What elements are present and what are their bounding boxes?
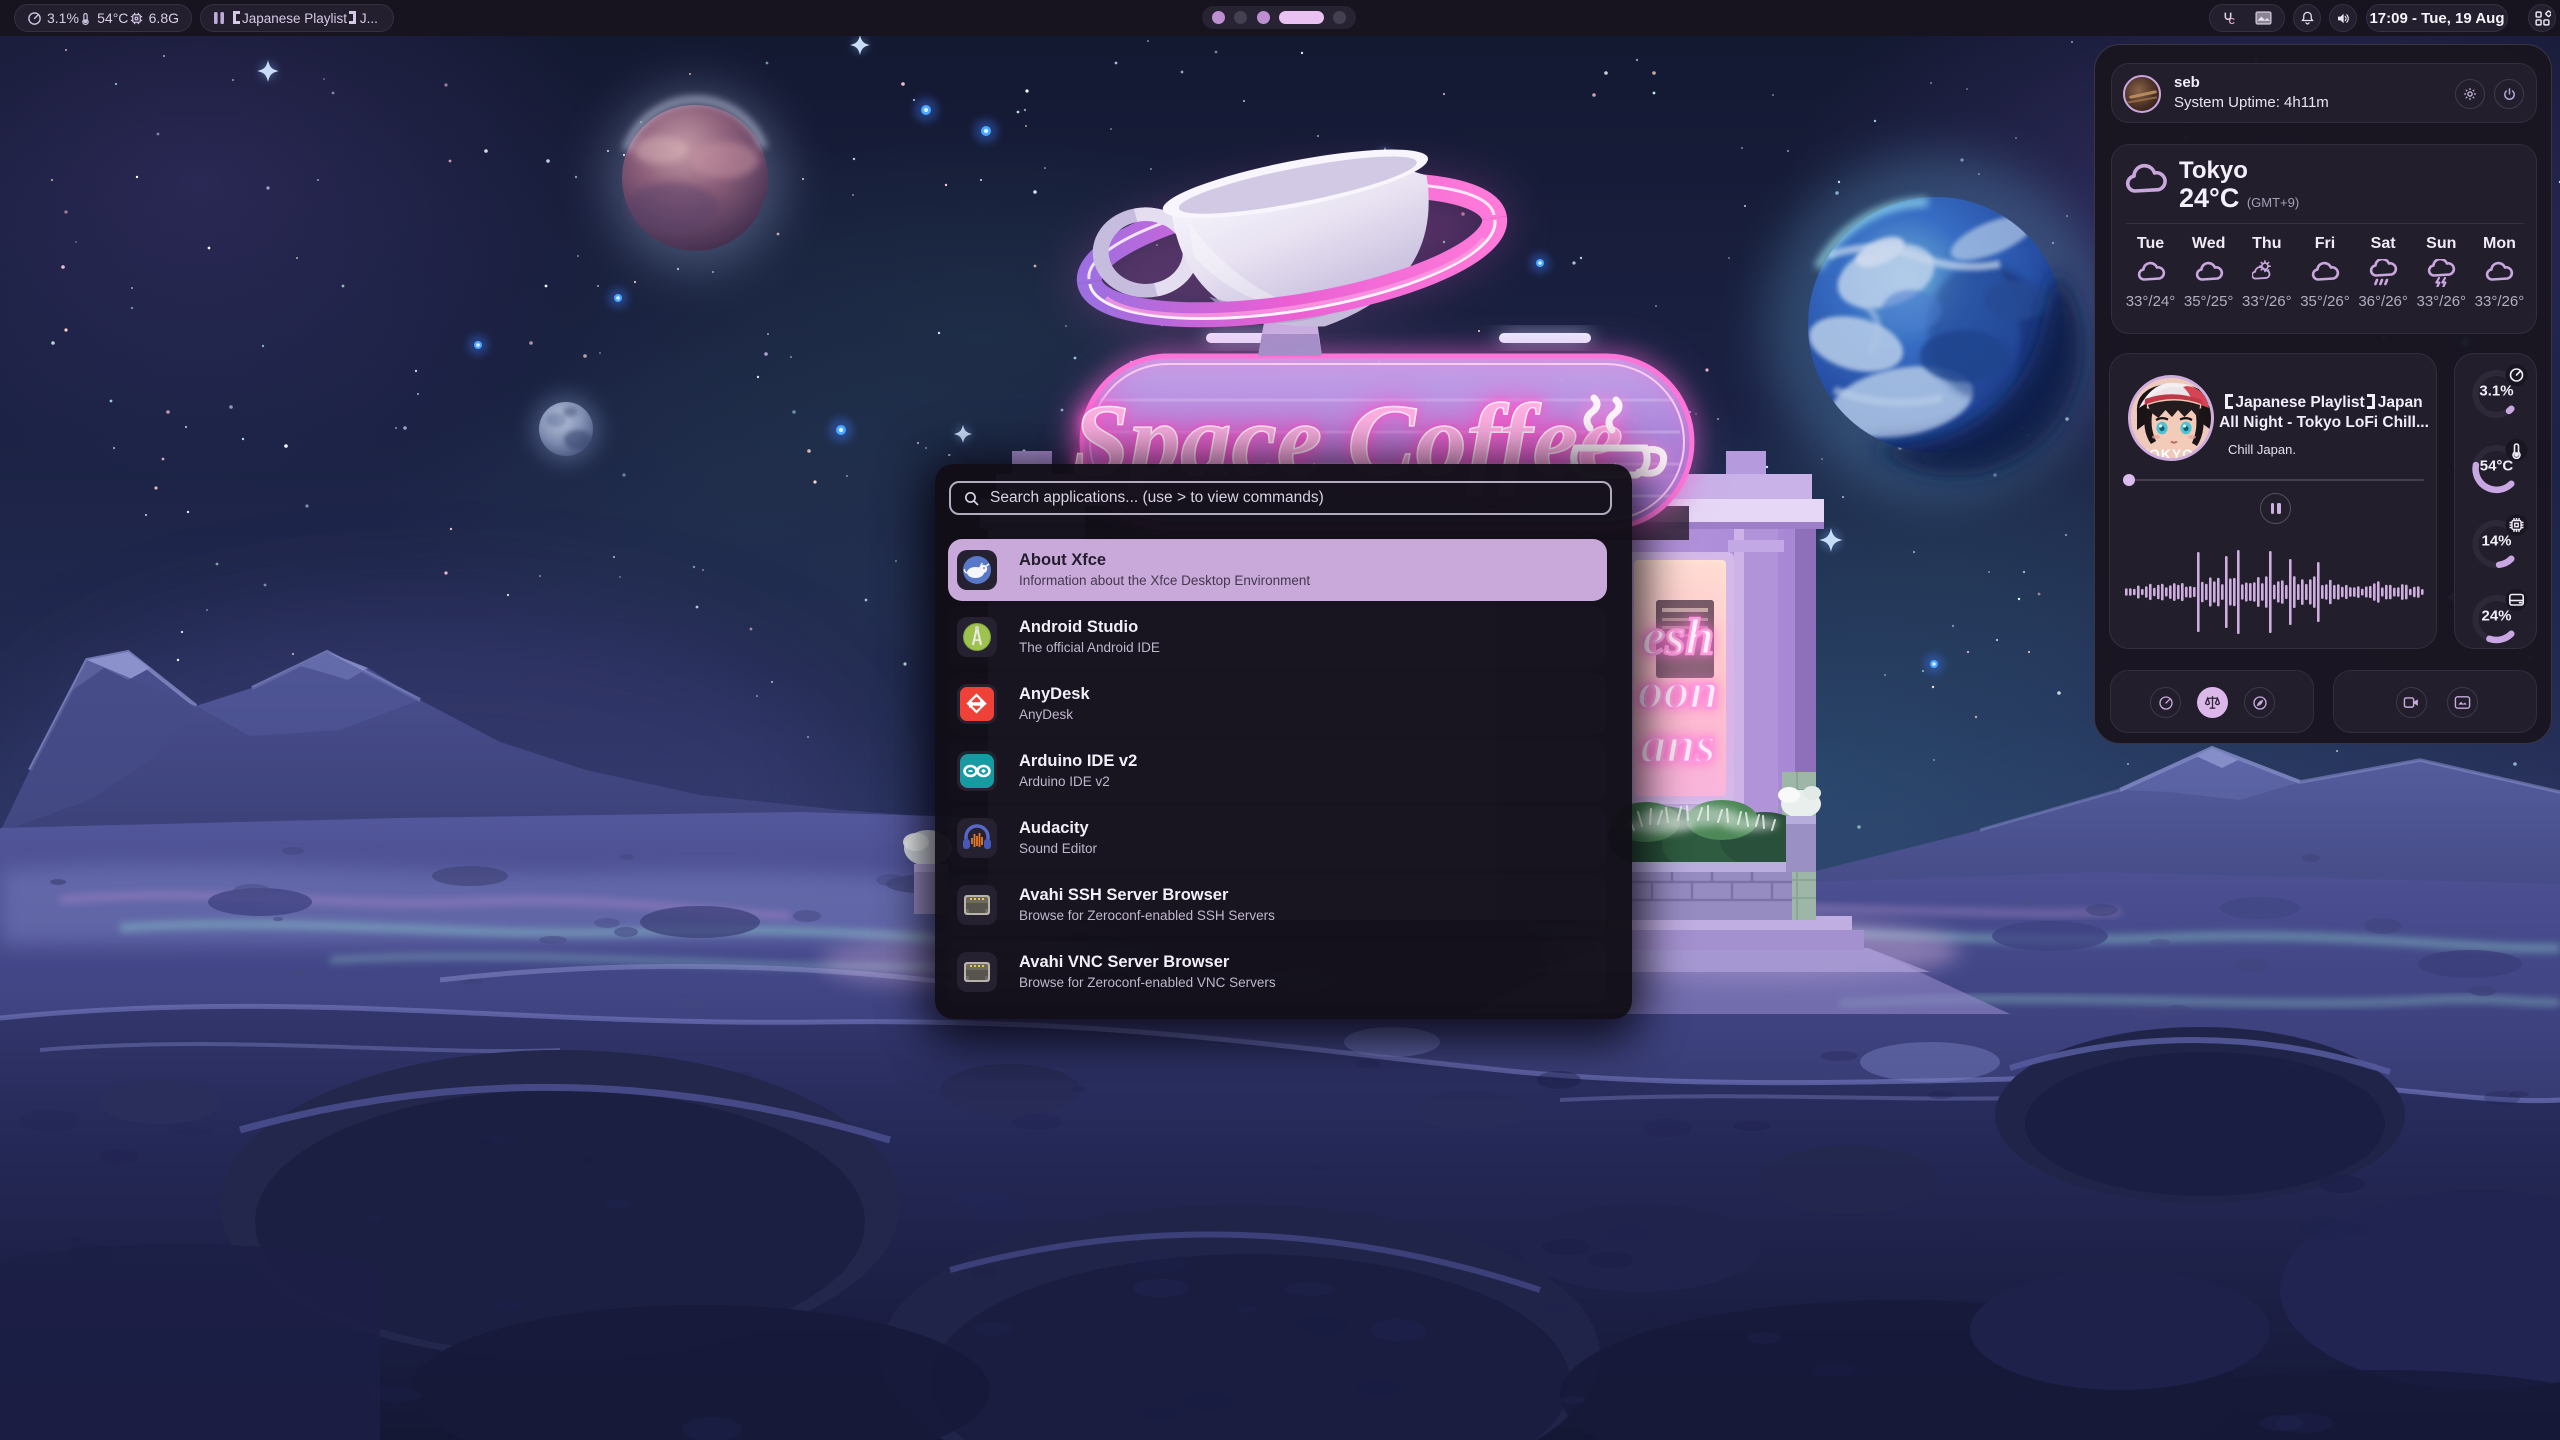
svg-text:24%: 24% — [2481, 608, 2511, 625]
svg-text:C: C — [2229, 16, 2236, 26]
svg-text:TOKYO L: TOKYO L — [2140, 446, 2209, 461]
svg-text:54°C: 54°C — [2480, 458, 2514, 475]
svg-text:14%: 14% — [2481, 533, 2511, 550]
svg-text:3.1%: 3.1% — [2479, 383, 2513, 400]
